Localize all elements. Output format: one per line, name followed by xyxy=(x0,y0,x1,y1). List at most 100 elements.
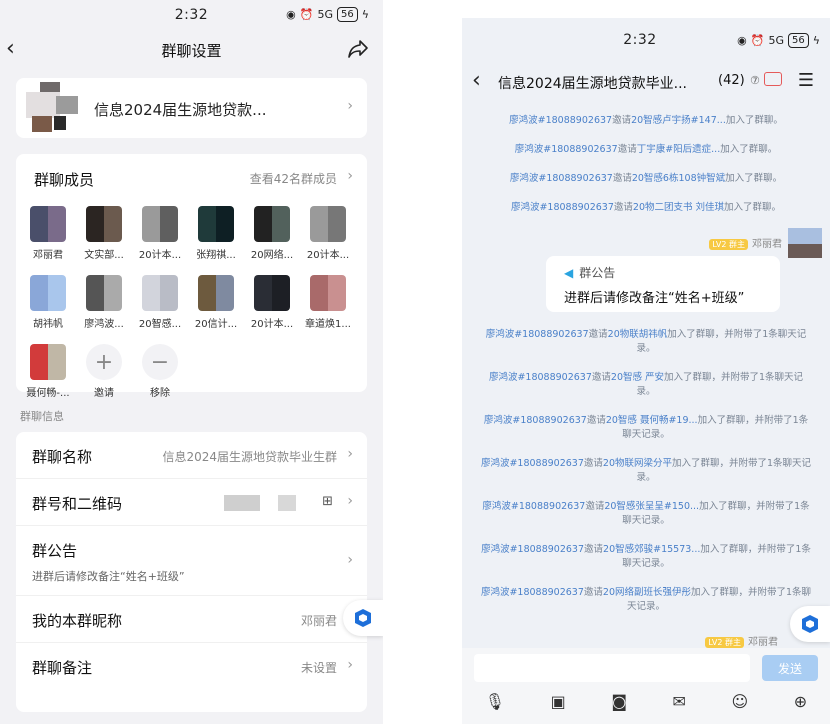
member-item[interactable]: 邓丽君 xyxy=(20,206,76,261)
invitee-name[interactable]: 20智感张呈呈#150... xyxy=(604,501,699,512)
inviter-name[interactable]: 廖鸿波#18088902637 xyxy=(509,115,612,126)
members-grid: 邓丽君 文实部... 20计本... 张翔祺... 20网络... 20计本... 胡祎帆 廖… xyxy=(20,206,356,399)
member-item[interactable]: 聂何畅-... xyxy=(20,344,76,399)
member-avatar xyxy=(142,206,178,242)
invite-text: 邀请 xyxy=(613,202,633,213)
invite-text: 邀请 xyxy=(585,501,605,512)
inviter-name[interactable]: 廖鸿波#18088902637 xyxy=(482,501,585,512)
invitee-name[interactable]: 20网络副班长强伊彤 xyxy=(603,587,691,598)
floating-assistant-button[interactable] xyxy=(343,600,383,636)
inviter-name[interactable]: 廖鸿波#18088902637 xyxy=(510,173,613,184)
alarm-icon: ⏰ xyxy=(750,34,765,47)
member-item[interactable]: 20智感... xyxy=(132,275,188,330)
sender-avatar[interactable] xyxy=(788,228,822,258)
system-message: 廖鸿波#18088902637邀请20智感卢宇扬#147...加入了群聊。 xyxy=(462,114,830,128)
back-icon[interactable]: ‹ xyxy=(6,38,15,60)
invite-member-button[interactable]: + 邀请 xyxy=(76,344,132,399)
member-item[interactable]: 张翔祺... xyxy=(188,206,244,261)
chevron-right-icon: › xyxy=(347,657,353,673)
member-item[interactable]: 文实部... xyxy=(76,206,132,261)
invite-text: 邀请 xyxy=(583,458,603,469)
sender-name: 邓丽君 xyxy=(752,239,782,250)
announcement-row[interactable]: 群公告 进群后请修改备注“姓名+班级” › xyxy=(16,526,367,596)
image-icon[interactable]: ▣ xyxy=(551,692,566,711)
red-packet-icon[interactable]: ✉ xyxy=(672,692,685,711)
invitee-name[interactable]: 20物联网梁分平 xyxy=(603,458,672,469)
inviter-name[interactable]: 廖鸿波#18088902637 xyxy=(489,372,592,383)
system-message: 廖鸿波#18088902637邀请20智感 聂何畅#19...加入了群聊，并附带… xyxy=(462,414,830,442)
send-button[interactable]: 发送 xyxy=(762,655,818,681)
nickname-row[interactable]: 我的本群昵称 邓丽君 xyxy=(16,596,367,643)
member-avatar xyxy=(198,275,234,311)
invite-text: 邀请 xyxy=(588,329,608,340)
status-icons: ◉ ⏰ 5G 56 ϟ xyxy=(286,7,369,22)
inviter-name[interactable]: 廖鸿波#18088902637 xyxy=(481,544,584,555)
microphone-icon[interactable]: 🎙 xyxy=(485,692,505,711)
status-bar: 2:32 ◉ ⏰ 5G 56 ϟ xyxy=(462,18,830,62)
system-message: 廖鸿波#18088902637邀请20物二团支书 刘佳琪加入了群聊。 xyxy=(462,201,830,215)
invitee-name[interactable]: 20智感 聂何畅#19... xyxy=(606,415,698,426)
signal-icon: 5G xyxy=(768,34,784,47)
camera-icon[interactable]: ◙ xyxy=(611,692,627,711)
system-message: 廖鸿波#18088902637邀请20智感郊骏#15573...加入了群聊，并附… xyxy=(462,543,830,571)
row-value: 邓丽君 xyxy=(300,614,337,628)
chat-screen: 2:32 ◉ ⏰ 5G 56 ϟ ‹ 信息2024届生源地贷款毕业... (42… xyxy=(462,18,830,724)
menu-icon[interactable]: ☰ xyxy=(798,70,814,91)
member-item[interactable]: 廖鸿波... xyxy=(76,275,132,330)
inviter-name[interactable]: 廖鸿波#18088902637 xyxy=(486,329,589,340)
plus-icon[interactable]: ⊕ xyxy=(794,692,807,711)
group-name-row[interactable]: 群聊名称 信息2024届生源地贷款毕业生群 › xyxy=(16,432,367,479)
invitee-name[interactable]: 20智感卢宇扬#147... xyxy=(631,115,726,126)
status-time: 2:32 xyxy=(623,32,657,48)
inviter-name[interactable]: 廖鸿波#18088902637 xyxy=(481,458,584,469)
floating-assistant-button[interactable] xyxy=(790,606,830,642)
help-icon[interactable]: ⑦ xyxy=(750,74,760,87)
invite-text: 邀请 xyxy=(584,544,604,555)
minus-icon: − xyxy=(142,344,178,380)
group-number-blur xyxy=(224,495,260,511)
member-name: 20计本... xyxy=(306,250,350,261)
invite-text: 邀请 xyxy=(586,415,606,426)
member-name: 20计本... xyxy=(138,250,182,261)
message-input[interactable] xyxy=(474,654,750,682)
remove-member-button[interactable]: − 移除 xyxy=(132,344,188,399)
member-item[interactable]: 胡祎帆 xyxy=(20,275,76,330)
member-avatar xyxy=(86,275,122,311)
qr-code-row[interactable]: 群号和二维码 ⊞ › xyxy=(16,479,367,526)
invitee-name[interactable]: 20物联胡祎帆 xyxy=(608,329,668,340)
view-all-members-link[interactable]: 查看42名群成员 xyxy=(250,170,337,187)
system-message: 廖鸿波#18088902637邀请20智感张呈呈#150...加入了群聊，并附带… xyxy=(462,500,830,528)
member-item[interactable]: 20信计... xyxy=(188,275,244,330)
notice-header: ◀ 群公告 xyxy=(564,264,762,281)
back-icon[interactable]: ‹ xyxy=(472,68,481,93)
member-name: 章道焕1... xyxy=(305,319,351,330)
status-icons: ◉ ⏰ 5G 56 ϟ xyxy=(737,33,820,48)
invitee-name[interactable]: 20智感6栋108钟智斌 xyxy=(632,173,725,184)
invitee-name[interactable]: 20智感 严安 xyxy=(611,372,664,383)
megaphone-icon: ◀ xyxy=(564,266,574,280)
member-item[interactable]: 20计本... xyxy=(300,206,356,261)
chat-nav-bar: ‹ 信息2024届生源地贷款毕业... (42) ⑦ ☰ xyxy=(462,62,830,102)
inviter-name[interactable]: 廖鸿波#18088902637 xyxy=(481,587,584,598)
share-icon[interactable] xyxy=(347,39,369,63)
join-text: 加入了群聊。 xyxy=(720,144,778,155)
inviter-name[interactable]: 廖鸿波#18088902637 xyxy=(484,415,587,426)
emoji-icon[interactable]: ☺ xyxy=(731,692,748,711)
inviter-name[interactable]: 廖鸿波#18088902637 xyxy=(515,144,618,155)
inviter-name[interactable]: 廖鸿波#18088902637 xyxy=(511,202,614,213)
invitee-name[interactable]: 丁宇康#阳后遗症... xyxy=(637,144,721,155)
remark-row[interactable]: 群聊备注 未设置 › xyxy=(16,643,367,690)
group-header-card[interactable]: 信息2024届生源地贷款... › xyxy=(16,78,367,138)
briefcase-icon[interactable] xyxy=(764,72,782,86)
member-item[interactable]: 20计本... xyxy=(244,275,300,330)
invitee-name[interactable]: 20智感郊骏#15573... xyxy=(603,544,700,555)
message-header: LV2 群主 邓丽君 xyxy=(462,628,830,648)
member-item[interactable]: 20计本... xyxy=(132,206,188,261)
invitee-name[interactable]: 20物二团支书 刘佳琪 xyxy=(633,202,724,213)
member-item[interactable]: 章道焕1... xyxy=(300,275,356,330)
owner-badge: LV2 群主 xyxy=(709,239,748,250)
row-label: 群公告 xyxy=(32,542,78,560)
announcement-bubble[interactable]: ◀ 群公告 进群后请修改备注“姓名+班级” xyxy=(546,256,780,312)
invite-text: 邀请 xyxy=(583,587,603,598)
member-item[interactable]: 20网络... xyxy=(244,206,300,261)
